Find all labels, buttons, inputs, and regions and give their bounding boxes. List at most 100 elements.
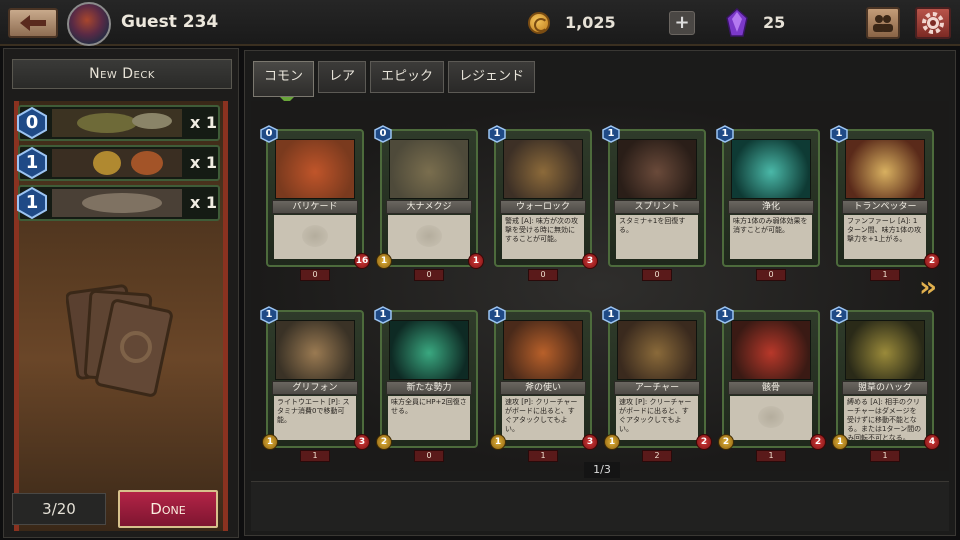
card-cost: 1 bbox=[607, 309, 615, 320]
card-text: スタミナ+1を回復する。 bbox=[616, 215, 698, 259]
card-owned-count: 0 bbox=[528, 269, 558, 281]
collection-card[interactable]: 1 ウォーロック 警戒 [A]: 味方が次の攻撃を受ける時に無効にすることが可能。 3… bbox=[488, 125, 598, 281]
card-art-thumb bbox=[52, 109, 182, 137]
tab-epic[interactable]: エピック bbox=[370, 61, 445, 93]
card-attack: 1 bbox=[262, 434, 278, 450]
card-owned-count: 1 bbox=[756, 450, 786, 462]
collection-card[interactable]: 1 新たな勢力 味方全員にHP+2回復させる。 2 0 bbox=[374, 306, 478, 462]
card-health: 3 bbox=[354, 434, 370, 450]
next-page-button[interactable]: » bbox=[912, 272, 944, 304]
card-cost: 1 bbox=[721, 128, 729, 139]
collection-card[interactable]: 1 アーチャー 速攻 [P]: クリーチャーがボードに出ると、すぐアタックしてもよい… bbox=[602, 306, 712, 462]
card-cost: 1 bbox=[493, 309, 501, 320]
card-text: 縛める [A]: 相手のクリーチャーはダメージを受けずに移動不能となる。または1… bbox=[844, 396, 926, 440]
card-art bbox=[845, 320, 925, 380]
card-name: ウォーロック bbox=[500, 200, 586, 214]
card-art bbox=[503, 320, 583, 380]
card-cost: 1 bbox=[607, 128, 615, 139]
tab-legend[interactable]: レジェンド bbox=[448, 61, 536, 93]
card-emblem-icon bbox=[416, 225, 442, 247]
card-emblem-icon bbox=[758, 406, 784, 428]
card-health: 3 bbox=[582, 434, 598, 450]
card-text: ライトウエート [P]: スタミナ消費0で移動可能。 bbox=[274, 396, 356, 440]
tab-common[interactable]: コモン bbox=[253, 61, 315, 97]
collection-card[interactable]: 0 バリケード 16 0 bbox=[260, 125, 370, 281]
card-cost: 1 bbox=[493, 128, 501, 139]
friends-button[interactable] bbox=[866, 7, 900, 39]
card-name: スプリント bbox=[614, 200, 700, 214]
card-art bbox=[845, 139, 925, 199]
card-art bbox=[731, 320, 811, 380]
deck-card-row[interactable]: 1 x 1 bbox=[17, 145, 220, 181]
card-health: 16 bbox=[354, 253, 370, 269]
card-owned-count: 0 bbox=[414, 269, 444, 281]
card-cost: 1 bbox=[265, 309, 273, 320]
add-coins-button[interactable]: + bbox=[669, 11, 695, 35]
card-name: バリケード bbox=[272, 200, 358, 214]
collection-card[interactable]: 1 骸骨 2 2 1 bbox=[716, 306, 826, 462]
deck-card-cost: 1 bbox=[25, 192, 39, 213]
card-text bbox=[730, 396, 812, 440]
card-attack: 1 bbox=[490, 434, 506, 450]
card-health: 1 bbox=[468, 253, 484, 269]
deck-card-row[interactable]: 1 x 1 bbox=[17, 185, 220, 221]
deck-card-qty: x 1 bbox=[190, 113, 218, 132]
card-back-icon bbox=[66, 284, 173, 397]
card-owned-count: 0 bbox=[756, 269, 786, 281]
card-owned-count: 0 bbox=[642, 269, 672, 281]
card-owned-count: 2 bbox=[642, 450, 672, 462]
collection-card[interactable]: 1 スプリント スタミナ+1を回復する。 0 bbox=[602, 125, 706, 281]
gem-icon bbox=[726, 8, 748, 37]
avatar[interactable] bbox=[67, 2, 111, 46]
back-button[interactable] bbox=[8, 8, 58, 38]
card-owned-count: 1 bbox=[300, 450, 330, 462]
card-owned-count: 1 bbox=[870, 269, 900, 281]
card-owned-count: 0 bbox=[300, 269, 330, 281]
chevron-right-icon: » bbox=[918, 270, 938, 303]
card-health: 2 bbox=[696, 434, 712, 450]
card-cost: 1 bbox=[379, 309, 387, 320]
card-art bbox=[731, 139, 811, 199]
coin-balance: 1,025 bbox=[565, 13, 616, 32]
collection-card[interactable]: 2 盟草のハッグ 縛める [A]: 相手のクリーチャーはダメージを受けずに移動不能と… bbox=[830, 306, 940, 462]
bottom-strip bbox=[251, 481, 949, 531]
card-emblem-icon bbox=[302, 225, 328, 247]
collection-card[interactable]: 1 トランペッター ファンファーレ [A]: 1ターン間、味方1体の攻撃力を+1上が… bbox=[830, 125, 940, 281]
deck-card-qty: x 1 bbox=[190, 193, 218, 212]
deck-card-cost: 1 bbox=[25, 152, 39, 173]
card-name: グリフォン bbox=[272, 381, 358, 395]
card-art bbox=[389, 139, 469, 199]
top-bar: Guest 234 1,025 + 25 bbox=[0, 0, 960, 46]
card-health: 3 bbox=[582, 253, 598, 269]
card-name: アーチャー bbox=[614, 381, 700, 395]
collection-card[interactable]: 1 斧の使い 速攻 [P]: クリーチャーがボードに出ると、すぐアタックしてもよい。… bbox=[488, 306, 598, 462]
deck-card-qty: x 1 bbox=[190, 153, 218, 172]
card-name: 新たな勢力 bbox=[386, 381, 472, 395]
card-attack: 1 bbox=[604, 434, 620, 450]
card-owned-count: 0 bbox=[414, 450, 444, 462]
done-button[interactable]: Done bbox=[118, 490, 218, 528]
deck-card-list: 0 x 1 1 x 1 1 x 1 bbox=[17, 105, 220, 225]
card-text: 速攻 [P]: クリーチャーがボードに出ると、すぐアタックしてもよい。 bbox=[502, 396, 584, 440]
deck-name-field[interactable]: New Deck bbox=[12, 59, 232, 89]
deck-card-cost: 0 bbox=[25, 112, 39, 133]
card-text: 警戒 [A]: 味方が次の攻撃を受ける時に無効にすることが可能。 bbox=[502, 215, 584, 259]
card-attack: 1 bbox=[376, 253, 392, 269]
card-art bbox=[617, 320, 697, 380]
card-attack: 1 bbox=[832, 434, 848, 450]
deck-card-row[interactable]: 0 x 1 bbox=[17, 105, 220, 141]
collection-card[interactable]: 1 グリフォン ライトウエート [P]: スタミナ消費0で移動可能。 1 3 1 bbox=[260, 306, 370, 462]
card-text bbox=[274, 215, 356, 259]
card-name: 浄化 bbox=[728, 200, 814, 214]
card-art bbox=[275, 320, 355, 380]
gear-icon bbox=[922, 12, 944, 34]
card-attack: 2 bbox=[718, 434, 734, 450]
collection-card[interactable]: 1 浄化 味方1体のみ弱体効果を消すことが可能。 0 bbox=[716, 125, 820, 281]
card-health: 2 bbox=[924, 253, 940, 269]
settings-button[interactable] bbox=[915, 7, 951, 39]
card-text: 味方全員にHP+2回復させる。 bbox=[388, 396, 470, 440]
gem-balance: 25 bbox=[763, 13, 786, 32]
card-art bbox=[275, 139, 355, 199]
tab-rare[interactable]: レア bbox=[318, 61, 367, 93]
collection-card[interactable]: 0 大ナメクジ 1 1 0 bbox=[374, 125, 484, 281]
